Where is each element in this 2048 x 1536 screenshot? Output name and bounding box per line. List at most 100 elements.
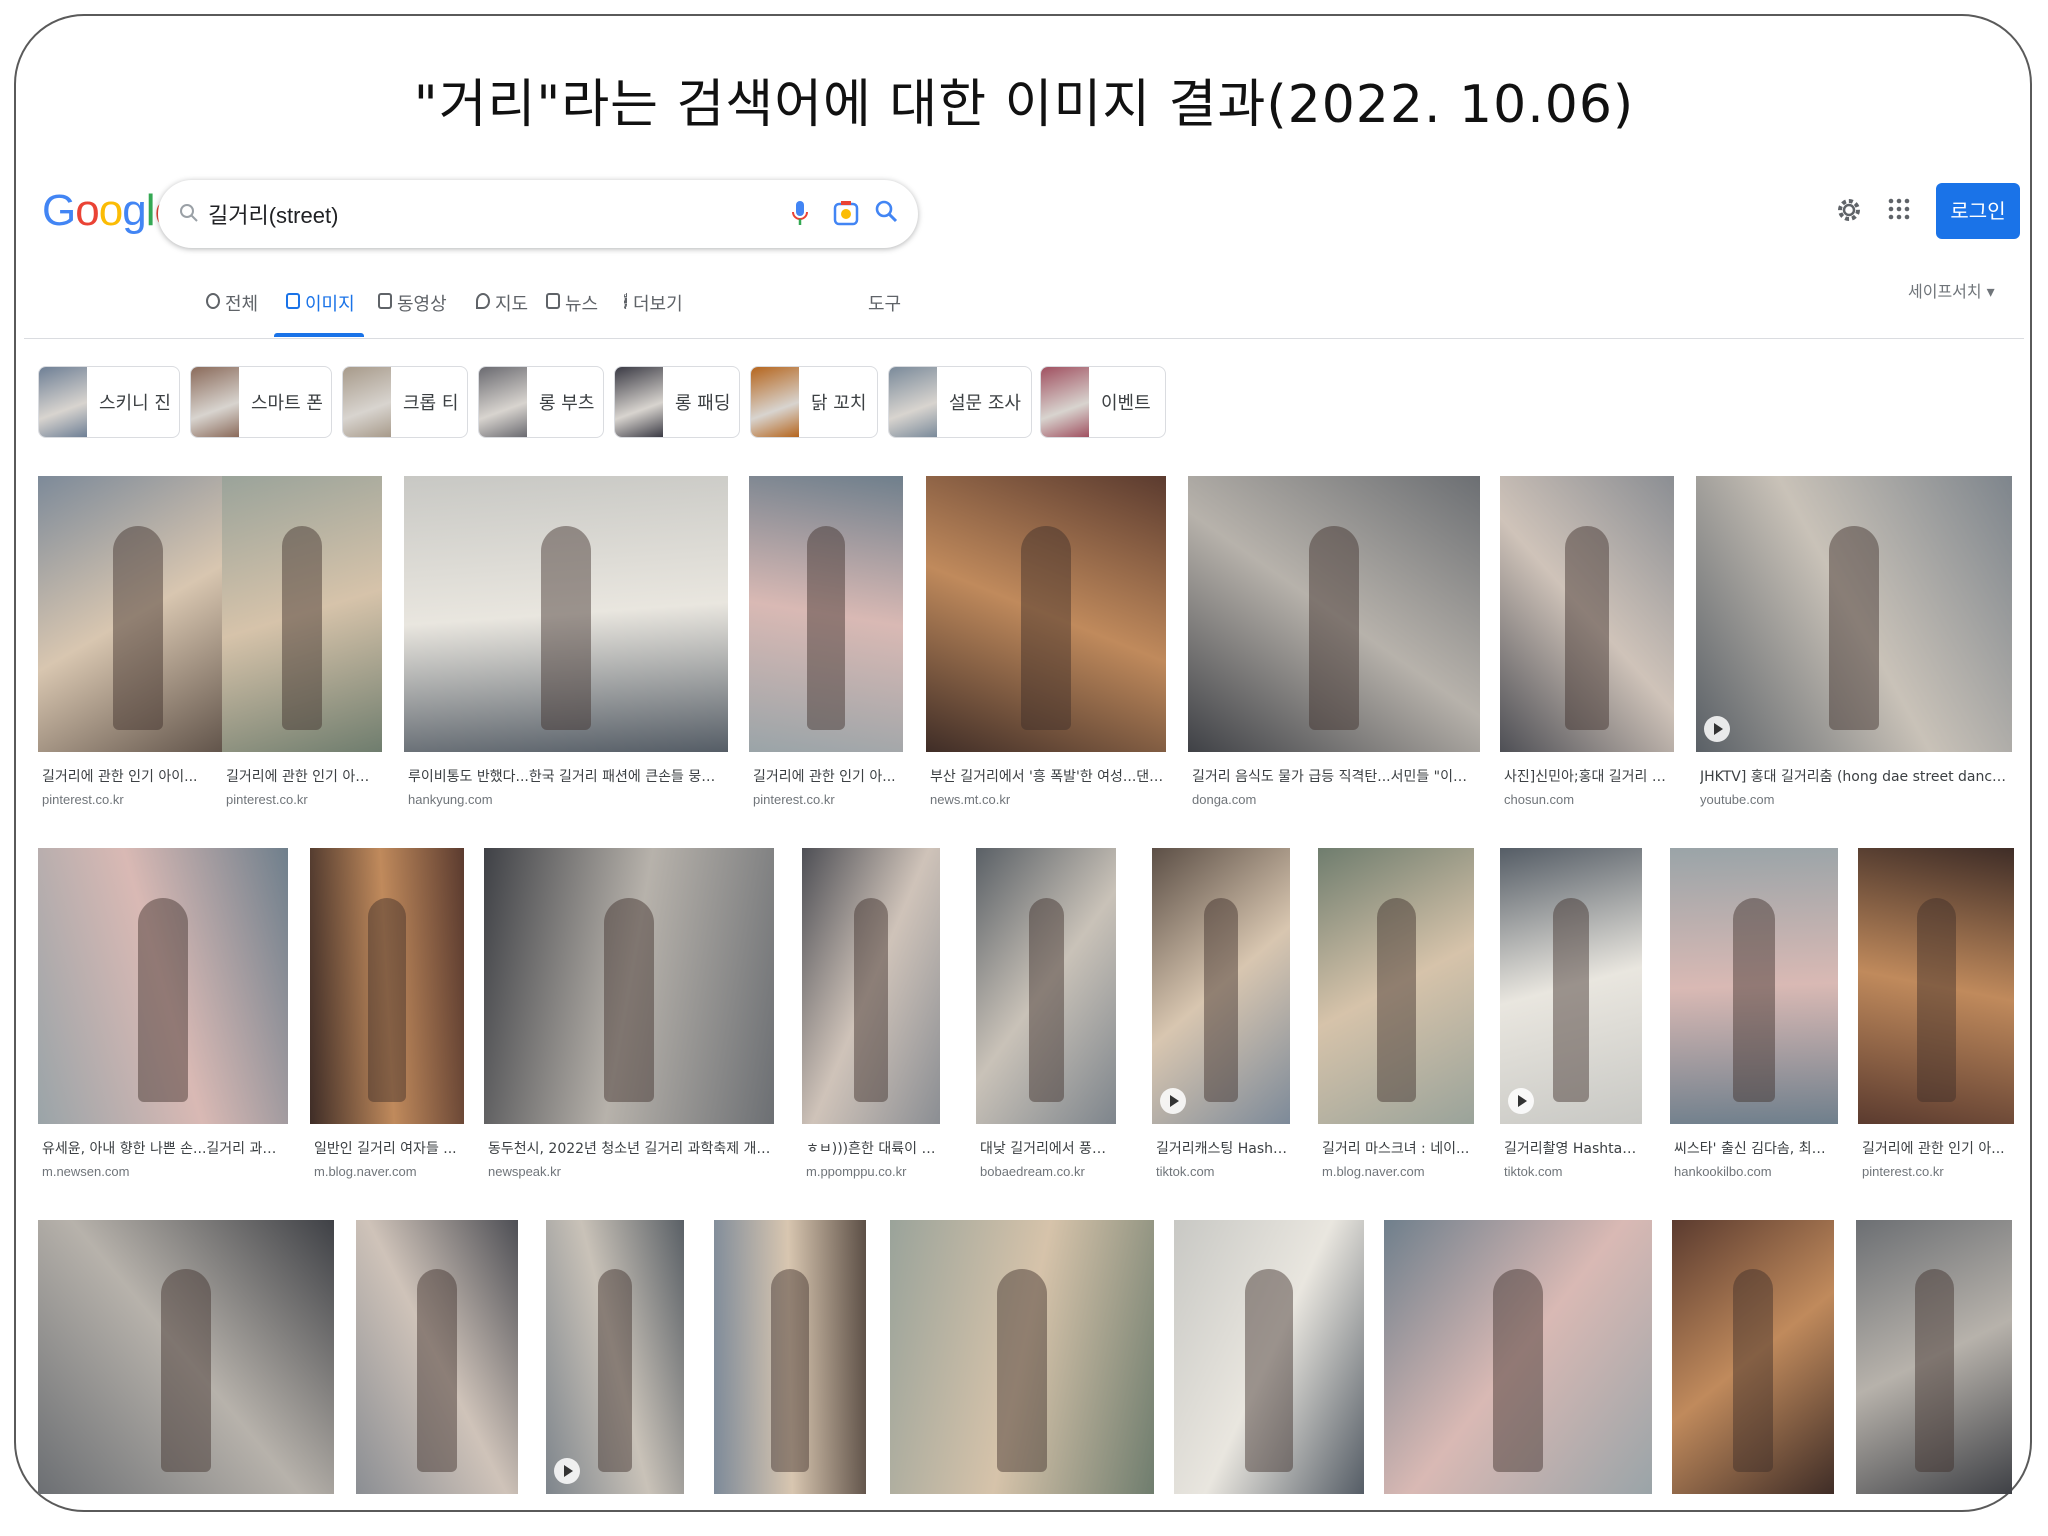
chip-thumbnail bbox=[615, 367, 663, 437]
chip-6[interactable]: 설문 조사 bbox=[888, 366, 1032, 438]
result-image[interactable] bbox=[1384, 1220, 1652, 1494]
result-caption[interactable]: ㅎㅂ)))흔한 대륙이 길... bbox=[806, 1138, 938, 1158]
person-figure bbox=[1021, 525, 1071, 730]
result-source: chosun.com bbox=[1504, 792, 1575, 807]
result-image[interactable] bbox=[976, 848, 1116, 1124]
chip-0[interactable]: 스키니 진 bbox=[38, 366, 180, 438]
result-image[interactable] bbox=[310, 848, 464, 1124]
result-caption[interactable]: 길거리에 관한 인기 아이... bbox=[42, 766, 236, 786]
result-image[interactable] bbox=[1858, 848, 2014, 1124]
chip-4[interactable]: 롱 패딩 bbox=[614, 366, 740, 438]
map-pin-icon bbox=[476, 293, 490, 309]
result-caption[interactable]: 길거리캐스팅 Hashtag ... bbox=[1156, 1138, 1288, 1158]
result-image[interactable] bbox=[404, 476, 728, 752]
result-caption[interactable]: 길거리에 관한 인기 아이... bbox=[226, 766, 380, 786]
result-caption[interactable]: 길거리 음식도 물가 급등 직격탄...서민들 "이제 ... bbox=[1192, 766, 1478, 786]
result-source: m.ppomppu.co.kr bbox=[806, 1164, 907, 1179]
result-image[interactable] bbox=[356, 1220, 518, 1494]
person-figure bbox=[367, 897, 407, 1102]
result-source: pinterest.co.kr bbox=[42, 792, 124, 807]
person-figure bbox=[416, 1269, 458, 1473]
person-figure bbox=[161, 1269, 211, 1473]
person-figure bbox=[541, 525, 591, 730]
tab-6[interactable]: 도구 bbox=[868, 290, 901, 338]
person-figure bbox=[1553, 897, 1589, 1102]
result-caption[interactable]: 씨스타' 출신 김다솜, 최근 ... bbox=[1674, 1138, 1836, 1158]
result-image[interactable] bbox=[1856, 1220, 2012, 1494]
result-image[interactable] bbox=[222, 476, 382, 752]
slide-title: "거리"라는 검색어에 대한 이미지 결과(2022. 10.06) bbox=[413, 75, 1635, 135]
result-source: m.blog.naver.com bbox=[1322, 1164, 1425, 1179]
tab-0[interactable]: 전체 bbox=[206, 290, 258, 338]
result-source: tiktok.com bbox=[1156, 1164, 1215, 1179]
search-button-icon[interactable] bbox=[874, 198, 900, 230]
result-image[interactable] bbox=[890, 1220, 1154, 1494]
chip-1[interactable]: 스마트 폰 bbox=[190, 366, 332, 438]
result-image[interactable] bbox=[1152, 848, 1290, 1124]
result-image[interactable] bbox=[1500, 476, 1674, 752]
person-figure bbox=[1565, 525, 1609, 730]
chip-label: 스마트 폰 bbox=[251, 393, 323, 414]
result-image[interactable] bbox=[926, 476, 1166, 752]
result-image[interactable] bbox=[1670, 848, 1838, 1124]
person-figure bbox=[1203, 897, 1239, 1102]
divider bbox=[24, 338, 2024, 339]
result-caption[interactable]: 루이비통도 반했다...한국 길거리 패션에 큰손들 뭉칫... bbox=[408, 766, 726, 786]
person-figure bbox=[1829, 525, 1879, 730]
result-image[interactable] bbox=[1500, 848, 1642, 1124]
result-caption[interactable]: 길거리에 관한 인기 아... bbox=[1862, 1138, 2012, 1158]
logo-letter: o bbox=[98, 186, 124, 235]
person-figure bbox=[1309, 525, 1359, 730]
camera-lens-icon[interactable] bbox=[832, 198, 860, 232]
tab-3[interactable]: 지도 bbox=[476, 290, 528, 338]
result-image[interactable] bbox=[802, 848, 940, 1124]
tab-5[interactable]: 더보기 bbox=[624, 290, 683, 338]
person-figure bbox=[138, 897, 188, 1102]
tab-label: 뉴스 bbox=[565, 294, 599, 315]
result-caption[interactable]: 부산 길거리에서 '흥 폭발'한 여성...댄스... bbox=[930, 766, 1164, 786]
settings-gear-icon[interactable] bbox=[1835, 196, 1863, 228]
chip-3[interactable]: 롱 부츠 bbox=[478, 366, 604, 438]
login-button[interactable]: 로그인 bbox=[1936, 183, 2020, 239]
result-caption[interactable]: 길거리에 관한 인기 아... bbox=[753, 766, 901, 786]
result-caption[interactable]: 일반인 길거리 여자들 ... bbox=[314, 1138, 462, 1158]
search-bar[interactable]: 길거리(street) bbox=[158, 180, 918, 248]
chip-label: 닭 꼬치 bbox=[811, 393, 867, 414]
result-caption[interactable]: 동두천시, 2022년 청소년 길거리 과학축제 개최... bbox=[488, 1138, 772, 1158]
tab-4[interactable]: 뉴스 bbox=[546, 290, 598, 338]
result-source: bobaedream.co.kr bbox=[980, 1164, 1085, 1179]
result-image[interactable] bbox=[1672, 1220, 1834, 1494]
result-image[interactable] bbox=[546, 1220, 684, 1494]
tab-1[interactable]: 이미지 bbox=[286, 290, 355, 338]
chip-2[interactable]: 크롭 티 bbox=[342, 366, 468, 438]
person-figure bbox=[597, 1269, 633, 1473]
result-image[interactable] bbox=[1174, 1220, 1364, 1494]
search-input[interactable]: 길거리(street) bbox=[208, 198, 338, 230]
result-caption[interactable]: 유세윤, 아내 향한 나쁜 손...길거리 과감 ... bbox=[42, 1138, 286, 1158]
image-icon bbox=[286, 293, 300, 309]
result-image[interactable] bbox=[1318, 848, 1474, 1124]
result-image[interactable] bbox=[1696, 476, 2012, 752]
chip-5[interactable]: 닭 꼬치 bbox=[750, 366, 878, 438]
result-image[interactable] bbox=[1188, 476, 1480, 752]
result-caption[interactable]: 사진]신민아;홍대 길거리 활... bbox=[1504, 766, 1672, 786]
result-caption[interactable]: 길거리 마스크녀 : 네이... bbox=[1322, 1138, 1472, 1158]
result-image[interactable] bbox=[749, 476, 903, 752]
result-image[interactable] bbox=[38, 476, 238, 752]
result-caption[interactable]: JHKTV] 홍대 길거리춤 (hong dae street dance) E… bbox=[1700, 766, 2010, 786]
person-figure bbox=[1493, 1269, 1543, 1473]
tab-2[interactable]: 동영상 bbox=[378, 290, 447, 338]
result-image[interactable] bbox=[484, 848, 774, 1124]
result-image[interactable] bbox=[714, 1220, 866, 1494]
result-image[interactable] bbox=[38, 1220, 334, 1494]
person-figure bbox=[1028, 897, 1064, 1102]
safesearch-dropdown[interactable]: 세이프서치 ▾ bbox=[1908, 278, 1995, 302]
result-caption[interactable]: 대낮 길거리에서 풍가풍... bbox=[980, 1138, 1114, 1158]
apps-grid-icon[interactable] bbox=[1888, 198, 1910, 224]
result-image[interactable] bbox=[38, 848, 288, 1124]
news-icon bbox=[546, 293, 560, 309]
result-caption[interactable]: 길거리촬영 Hashtag Vi... bbox=[1504, 1138, 1640, 1158]
person-figure bbox=[1376, 897, 1416, 1102]
chip-7[interactable]: 이벤트 bbox=[1040, 366, 1166, 438]
microphone-icon[interactable] bbox=[788, 198, 812, 232]
